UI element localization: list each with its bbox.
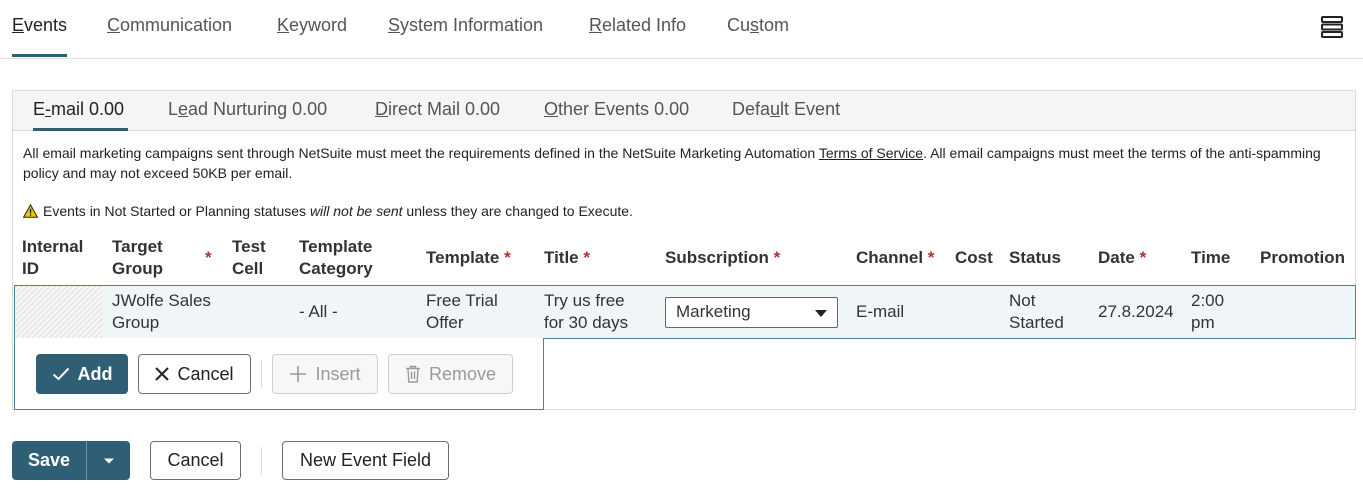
cell-time[interactable]: 2:00 pm xyxy=(1191,290,1224,334)
save-split-button: Save xyxy=(12,441,130,480)
cell-template[interactable]: Free Trial Offer xyxy=(426,290,498,334)
header-internal-id: Internal ID xyxy=(22,237,84,278)
tab-related-info[interactable]: Related Info xyxy=(589,15,686,36)
header-template: Template * xyxy=(426,248,511,267)
tab-keyword[interactable]: Keyword xyxy=(277,15,347,36)
cell-channel[interactable]: E-mail xyxy=(856,301,904,323)
cell-date[interactable]: 27.8.2024 xyxy=(1098,301,1174,323)
subtab-lead-nurturing[interactable]: Lead Nurturing 0.00 xyxy=(168,99,327,120)
new-event-field-button[interactable]: New Event Field xyxy=(282,441,449,480)
required-mark: * xyxy=(205,248,212,267)
footer-divider xyxy=(261,447,262,475)
tab-system-information[interactable]: System Information xyxy=(388,15,543,36)
cell-status[interactable]: Not Started xyxy=(1009,290,1064,334)
trash-icon xyxy=(405,365,420,383)
check-icon xyxy=(52,367,69,381)
tab-communication[interactable]: Communication xyxy=(107,15,232,36)
cell-target-group[interactable]: JWolfe Sales Group xyxy=(112,290,211,334)
remove-button[interactable]: Remove xyxy=(388,354,513,394)
main-tab-bar: Events Communication Keyword System Info… xyxy=(0,0,1363,59)
subtab-other-events[interactable]: Other Events 0.00 xyxy=(544,99,689,120)
insert-button[interactable]: Insert xyxy=(272,354,378,394)
active-subtab-indicator xyxy=(33,128,128,131)
status-warning: Events in Not Started or Planning status… xyxy=(22,203,633,219)
cancel-button[interactable]: Cancel xyxy=(150,441,241,480)
chevron-down-icon xyxy=(815,310,827,317)
header-status: Status xyxy=(1009,248,1061,267)
header-subscription: Subscription * xyxy=(665,248,781,267)
header-test-cell: Test Cell xyxy=(232,237,266,278)
header-template-category: Template Category xyxy=(299,237,373,278)
terms-of-service-link[interactable]: Terms of Service xyxy=(819,145,923,161)
header-promotion: Promotion xyxy=(1260,248,1345,267)
plus-icon xyxy=(290,366,307,382)
header-title: Title * xyxy=(544,248,590,267)
action-divider xyxy=(261,360,262,388)
header-channel: Channel * xyxy=(856,248,935,267)
tab-custom[interactable]: Custom xyxy=(727,15,789,36)
active-tab-indicator xyxy=(12,54,67,57)
tab-events[interactable]: Events xyxy=(12,15,67,36)
add-button[interactable]: Add xyxy=(36,354,128,394)
cell-template-category[interactable]: - All - xyxy=(299,301,338,323)
header-date: Date * xyxy=(1098,248,1147,267)
subtab-bar: E-mail 0.00 Lead Nurturing 0.00 Direct M… xyxy=(13,91,1355,131)
subtab-direct-mail[interactable]: Direct Mail 0.00 xyxy=(375,99,500,120)
hamburger-menu-icon[interactable] xyxy=(1321,16,1343,38)
chevron-down-icon xyxy=(103,458,114,463)
warning-icon xyxy=(22,203,39,218)
subscription-select[interactable]: Marketing xyxy=(665,297,838,328)
save-options-button[interactable] xyxy=(87,441,130,480)
email-policy-notice: All email marketing campaigns sent throu… xyxy=(23,145,1321,181)
row-cancel-button[interactable]: Cancel xyxy=(138,354,251,394)
header-target-group: Target Group xyxy=(112,237,163,278)
header-time: Time xyxy=(1191,248,1231,267)
subtab-default-event[interactable]: Default Event xyxy=(732,99,840,120)
save-button[interactable]: Save xyxy=(12,441,87,480)
row-internal-id-cell[interactable] xyxy=(15,286,103,338)
subtab-email[interactable]: E-mail 0.00 xyxy=(33,99,124,120)
cell-title[interactable]: Try us free for 30 days xyxy=(544,290,628,334)
close-icon xyxy=(155,367,170,381)
header-cost: Cost xyxy=(955,248,993,267)
